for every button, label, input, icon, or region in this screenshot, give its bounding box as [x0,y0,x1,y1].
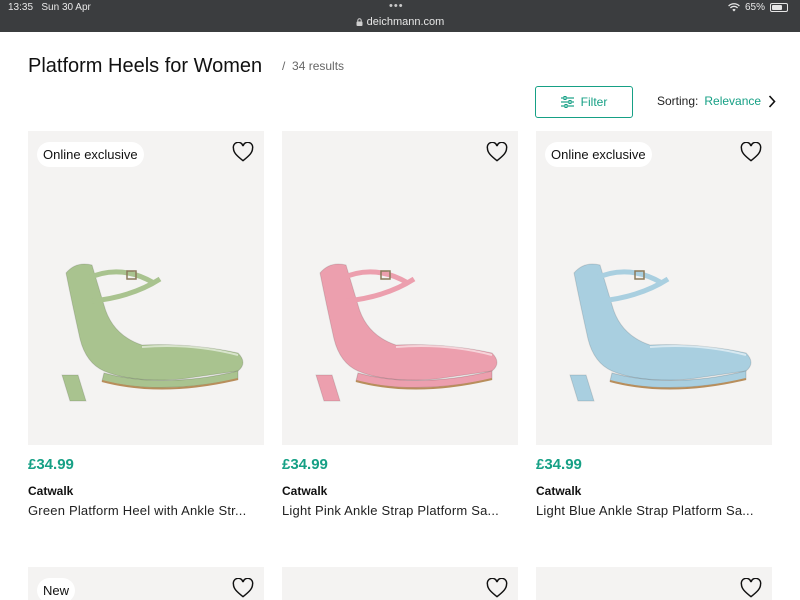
product-price: £34.99 [536,456,582,473]
product-price: £34.99 [282,456,328,473]
page-title: Platform Heels for Women [28,55,263,77]
battery-icon [770,3,788,12]
shoe-image [61,263,244,402]
heart-icon[interactable] [232,578,254,598]
product-image[interactable] [536,567,772,600]
browser-status-bar: 13:35 Sun 30 Apr ••• deichmann.com 65% [0,0,800,32]
product-card[interactable]: £34.99 Catwalk Light Pink Ankle Strap Pl… [282,131,518,518]
product-price: £34.99 [28,456,74,473]
product-name[interactable]: Light Pink Ankle Strap Platform Sa... [282,503,518,518]
status-time: 13:35 Sun 30 Apr [8,2,91,13]
filter-button[interactable]: Filter [535,86,633,118]
status-indicators: 65% [728,2,788,13]
filter-label: Filter [580,95,608,109]
product-image[interactable] [282,131,518,445]
heart-icon[interactable] [740,142,762,162]
shoe-image [315,263,498,402]
wifi-icon [728,3,740,12]
heart-icon[interactable] [486,578,508,598]
product-name[interactable]: Light Blue Ankle Strap Platform Sa... [536,503,772,518]
product-card[interactable] [282,567,518,600]
chevron-right-icon[interactable] [768,94,776,108]
product-brand: Catwalk [28,484,74,498]
product-brand: Catwalk [282,484,328,498]
filter-sliders-icon [560,96,574,108]
product-brand: Catwalk [536,484,582,498]
product-image[interactable]: Online exclusive [536,131,772,445]
product-card[interactable]: Online exclusive £34.99 Catwalk Light Bl… [536,131,772,518]
more-dots-icon[interactable]: ••• [389,0,404,12]
product-card[interactable] [536,567,772,600]
product-image[interactable]: Online exclusive [28,131,264,445]
lock-icon [356,18,363,26]
battery-percent: 65% [744,2,765,13]
product-image[interactable] [282,567,518,600]
product-badge: New [37,578,76,600]
url-text: deichmann.com [366,16,445,28]
sorting-label: Sorting: [657,94,699,108]
heart-icon[interactable] [486,142,508,162]
heart-icon[interactable] [740,578,762,598]
product-badge: Online exclusive [37,142,144,167]
sorting-control[interactable]: Sorting: Relevance [657,94,776,108]
product-image[interactable]: New [28,567,264,600]
results-count: / 34 results [282,59,345,73]
shoe-image [569,263,752,402]
address-bar[interactable]: deichmann.com [0,16,800,28]
product-badge: Online exclusive [545,142,652,167]
product-card[interactable]: Online exclusive £34.99 Catwalk Green Pl… [28,131,264,518]
product-name[interactable]: Green Platform Heel with Ankle Str... [28,503,264,518]
sorting-value[interactable]: Relevance [704,94,761,108]
product-card[interactable]: New [28,567,264,600]
heart-icon[interactable] [232,142,254,162]
